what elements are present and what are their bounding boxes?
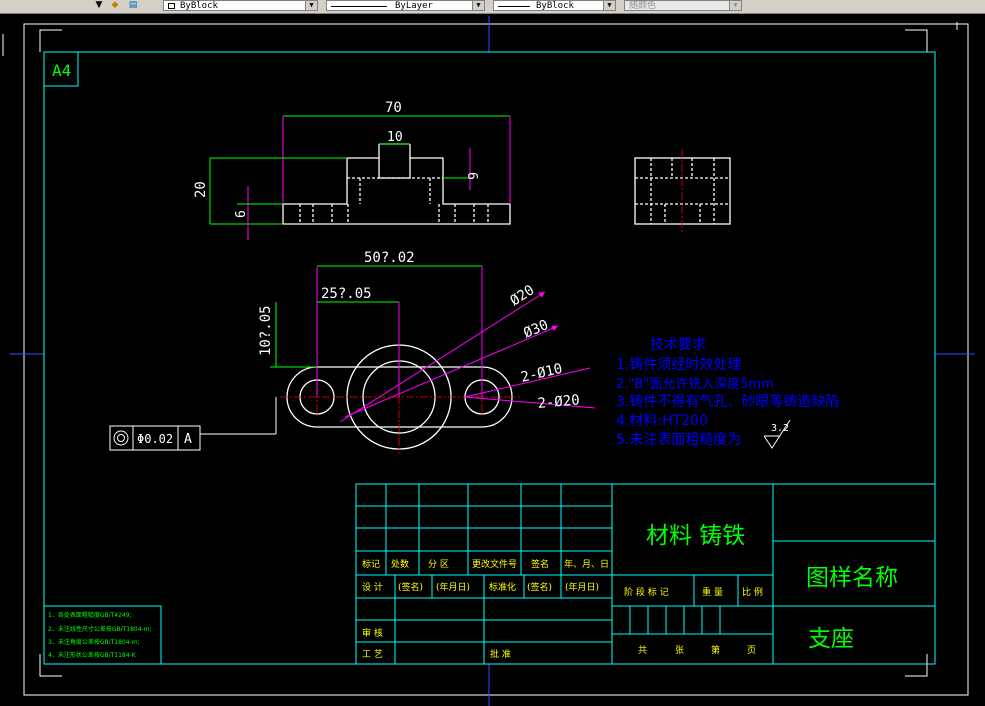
chevron-down-icon[interactable]: ▼: [729, 1, 741, 10]
linetype-sample: [331, 6, 387, 7]
stage-header: 阶 段 标 记: [624, 586, 669, 598]
lineweight-control-combo[interactable]: ByBlock ▼: [493, 0, 616, 11]
dim-slot-depth: 6: [464, 172, 479, 180]
design-cell: (签名): [527, 581, 552, 593]
color-control-combo[interactable]: ByBlock ▼: [163, 0, 318, 11]
design-cell: (年月日): [565, 581, 599, 593]
tolerance-value: Φ0.02: [137, 432, 173, 446]
rev-header: 处数: [391, 558, 409, 570]
chevron-down-icon[interactable]: ▼: [603, 1, 615, 10]
tech-req-title: 技术要求: [650, 337, 706, 353]
rev-header: 更改文件号: [472, 558, 517, 570]
left-note: 2、未注线性尺寸公差按GB/T1804-m;: [48, 625, 152, 633]
technical-requirements: 技术要求 1.铸件须经时效处理 2."B"面允许铣入深度5mm 3.铸件不得有气…: [616, 337, 839, 449]
dim-dia-20: Ø20: [507, 282, 537, 309]
design-cell: (签名): [398, 581, 423, 593]
side-view: [634, 150, 731, 232]
dim-height: 20: [193, 181, 209, 198]
centering-marks: [10, 16, 975, 706]
rev-header: 分 区: [428, 559, 449, 570]
sheet-count-cell: 共: [638, 645, 647, 656]
stage-header: 重 量: [702, 586, 723, 598]
layer-stack-icon[interactable]: ▤: [126, 0, 140, 11]
sheet-count: 共 张 第 页: [638, 644, 756, 656]
stage-header: 比 例: [742, 586, 763, 598]
drawing-frame: [43, 51, 936, 665]
properties-toolbar: ▼ ◆ ▤ ByBlock ▼ ByLayer ▼ ByBlock ▼ 随颜色 …: [0, 0, 985, 14]
left-note: 3、未注角度公差按GB/T1804-m;: [48, 638, 140, 646]
front-view: [282, 143, 511, 225]
stage-headers: 阶 段 标 记 重 量 比 例: [624, 586, 763, 598]
outer-border: [23, 23, 969, 696]
dim-base-thickness: 6: [234, 210, 249, 218]
roughness-value: 3.2: [771, 423, 789, 434]
tech-req-item: 5.未注表面粗糙度为: [616, 432, 741, 448]
design-cell: 设 计: [362, 581, 383, 593]
tech-req-item: 2."B"面允许铣入深度5mm: [616, 376, 774, 392]
review-label: 审 核: [362, 627, 383, 639]
rev-header: 签名: [531, 558, 549, 570]
design-row: 设 计 (签名) (年月日) 标准化 (签名) (年月日): [362, 581, 599, 593]
linetype-combo-value: ByLayer: [395, 1, 433, 11]
rev-header: 标记: [362, 558, 380, 570]
material-label: 材料 铸铁: [646, 523, 745, 549]
sheet-size-label: A4: [52, 61, 71, 80]
linetype-control-combo[interactable]: ByLayer ▼: [326, 0, 485, 11]
dim-holes-10: 2-Ø10: [519, 361, 564, 386]
lineweight-sample: [498, 6, 530, 7]
chevron-down-icon[interactable]: ▼: [305, 1, 317, 10]
dim-slot-width: 10: [387, 130, 403, 145]
tolerance-datum: A: [184, 432, 192, 447]
sheet-count-cell: 第: [711, 644, 720, 656]
approve-label: 批 准: [490, 648, 511, 660]
left-notes-box: 1、各处表面粗糙度GB/T4249; 2、未注线性尺寸公差按GB/T1804-m…: [43, 605, 162, 665]
part-name: 支座: [808, 626, 854, 652]
plotstyle-control-combo[interactable]: 随颜色 ▼: [624, 0, 742, 11]
left-note: 1、各处表面粗糙度GB/T4249;: [48, 611, 132, 619]
lineweight-combo-value: ByBlock: [536, 1, 574, 11]
process-label: 工 艺: [362, 649, 383, 660]
plotstyle-combo-value: 随颜色: [629, 1, 657, 11]
tech-req-item: 4.材料:HT200: [616, 413, 708, 429]
revision-headers: 标记 处数 分 区 更改文件号 签名 年、月、日: [362, 558, 609, 570]
chevron-down-icon[interactable]: ▼: [472, 1, 484, 10]
dim-overall-width: 70: [385, 100, 402, 116]
sheet-count-cell: 页: [747, 645, 756, 656]
drawing-canvas[interactable]: A4 70 10 20 6 6 50?.02 25?.05 10?.05 Ø20…: [0, 14, 985, 706]
design-cell: (年月日): [436, 581, 470, 593]
rev-header: 年、月、日: [564, 558, 609, 570]
layer-previous-icon[interactable]: ◆: [108, 0, 122, 11]
tech-req-item: 1.铸件须经时效处理: [616, 357, 741, 373]
left-note: 4、未注形状公差按GB/T1184-K: [48, 651, 137, 659]
dim-half-spacing: 25?.05: [321, 286, 372, 302]
color-combo-value: ByBlock: [180, 1, 218, 11]
dim-hole-spacing: 50?.02: [364, 250, 415, 266]
dim-holes-20: 2-Ø20: [537, 392, 580, 412]
dim-dia-30: Ø30: [521, 317, 551, 342]
design-cell: 标准化: [489, 581, 516, 593]
color-swatch: [168, 3, 175, 9]
drawing-name-label: 图样名称: [806, 565, 898, 591]
layer-dropdown-arrow[interactable]: ▼: [92, 0, 106, 11]
sheet-count-cell: 张: [675, 645, 684, 656]
tech-req-item: 3.铸件不得有气孔、砂眼等铸造缺陷: [616, 393, 839, 410]
dim-vertical-offset: 10?.05: [258, 305, 274, 356]
